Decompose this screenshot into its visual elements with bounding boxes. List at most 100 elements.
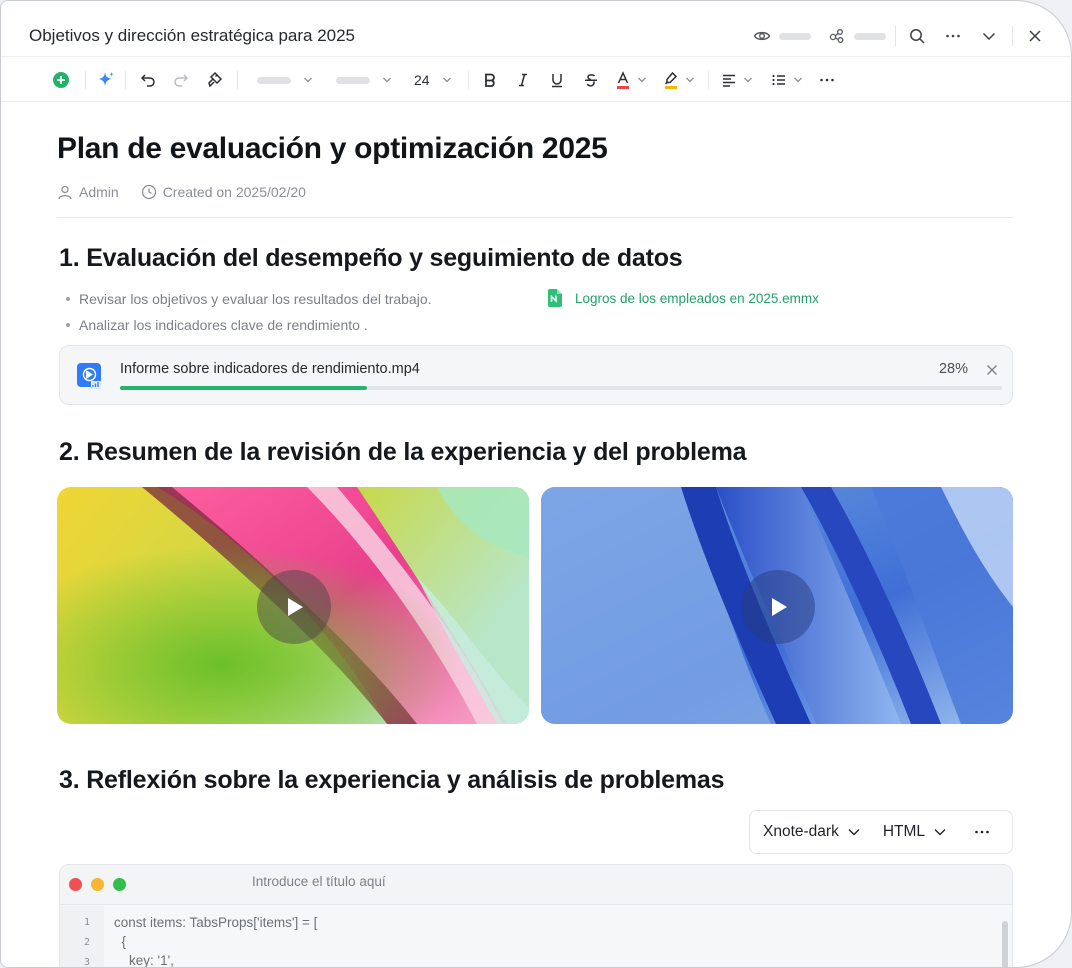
author: Admin <box>57 184 119 200</box>
highlight-color-button[interactable] <box>663 68 701 92</box>
redo-icon <box>174 74 189 87</box>
play-icon <box>288 598 303 616</box>
video-file-icon <box>77 363 101 389</box>
share-icon <box>826 25 848 47</box>
code-line[interactable]: const items: TabsProps['items'] = [ <box>114 915 317 930</box>
upload-progress-fill <box>120 386 367 390</box>
code-theme-value: Xnote-dark <box>763 823 839 840</box>
style-placeholder <box>257 76 291 84</box>
play-button[interactable] <box>257 570 331 644</box>
close-icon <box>1024 25 1046 47</box>
document-title[interactable]: Plan de evaluación y optimización 2025 <box>57 132 608 166</box>
more-tools-button[interactable] <box>817 68 837 92</box>
user-icon <box>58 185 72 200</box>
list-item[interactable]: Revisar los objetivos y evaluar los resu… <box>65 290 432 316</box>
mindmap-file-icon <box>548 289 562 307</box>
format-painter-button[interactable] <box>205 68 225 92</box>
code-scrollbar[interactable] <box>1002 921 1008 967</box>
chevron-down-icon <box>442 75 452 85</box>
undo-button[interactable] <box>138 68 158 92</box>
line-number: 2 <box>83 937 90 948</box>
clock-icon <box>141 184 156 200</box>
editor-window: Objetivos y dirección estratégica para 2… <box>0 0 1072 968</box>
more-horizontal-icon <box>975 830 989 834</box>
list-button[interactable] <box>771 68 807 92</box>
undo-icon <box>140 74 155 87</box>
plus-circle-icon <box>53 72 69 88</box>
text-color-button[interactable] <box>615 68 653 92</box>
upload-progress-bar <box>120 386 1002 390</box>
chevron-down-icon <box>637 75 647 85</box>
upload-progress-card: Informe sobre indicadores de rendimiento… <box>59 345 1013 405</box>
chevron-down-icon <box>978 25 1000 47</box>
code-language-value: HTML <box>882 823 926 840</box>
cancel-upload-button[interactable] <box>984 362 1000 378</box>
eye-icon <box>751 25 773 47</box>
font-size-select[interactable]: 24 <box>414 68 458 92</box>
divider <box>57 217 1013 218</box>
font-size-value: 24 <box>414 72 430 88</box>
close-window-button[interactable] <box>1024 25 1046 47</box>
search-icon <box>906 25 928 47</box>
file-link-label: Logros de los empleados en 2025.emmx <box>575 290 819 306</box>
code-block-header: Introduce el título aquí <box>60 865 1012 905</box>
italic-icon <box>519 73 527 87</box>
video-player-1[interactable] <box>57 487 529 724</box>
chevron-down-icon <box>382 75 392 85</box>
mindmap-file-link[interactable]: Logros de los empleados en 2025.emmx <box>547 289 819 307</box>
window-title: Objetivos y dirección estratégica para 2… <box>29 26 356 45</box>
author-name: Admin <box>79 184 119 200</box>
code-language-select[interactable]: HTML <box>883 823 947 841</box>
highlighter-icon <box>664 71 678 89</box>
code-more-button[interactable] <box>973 823 991 841</box>
chevron-down-icon <box>934 829 946 836</box>
ai-assistant-button[interactable] <box>95 68 117 92</box>
code-line[interactable]: { <box>114 934 127 949</box>
section-heading-3[interactable]: 3. Reflexión sobre la experiencia y anál… <box>59 766 724 795</box>
underline-icon <box>552 74 562 88</box>
more-horizontal-icon <box>820 78 834 82</box>
code-block[interactable]: Introduce el título aquí 1 2 3 const ite… <box>59 864 1013 967</box>
redo-button[interactable] <box>171 68 191 92</box>
bulleted-list-icon <box>772 74 785 86</box>
search-button[interactable] <box>906 25 928 47</box>
window-maximize-dot <box>113 878 126 891</box>
chevron-down-icon <box>303 75 313 85</box>
window-minimize-dot <box>91 878 104 891</box>
text-color-icon <box>617 71 629 89</box>
list-item[interactable]: Analizar los indicadores clave de rendim… <box>65 316 432 342</box>
bold-button[interactable] <box>480 68 500 92</box>
format-toolbar: 24 <box>1 58 1071 102</box>
section-heading-1[interactable]: 1. Evaluación del desempeño y seguimient… <box>59 244 683 273</box>
chevron-down-icon <box>685 75 695 85</box>
align-button[interactable] <box>721 68 757 92</box>
collapse-button[interactable] <box>978 25 1000 47</box>
italic-button[interactable] <box>513 68 533 92</box>
share-collab[interactable] <box>826 25 886 47</box>
line-number-gutter: 1 2 3 <box>60 906 104 967</box>
insert-button[interactable] <box>51 68 71 92</box>
code-theme-select[interactable]: Xnote-dark <box>763 823 861 841</box>
title-bar: Objetivos y dirección estratégica para 2… <box>1 1 1071 57</box>
strikethrough-icon <box>585 74 597 87</box>
upload-percent: 28% <box>938 361 968 377</box>
view-count[interactable] <box>751 25 811 47</box>
strikethrough-button[interactable] <box>581 68 601 92</box>
align-left-icon <box>723 74 735 87</box>
section-heading-2[interactable]: 2. Resumen de la revisión de la experien… <box>59 438 747 467</box>
chevron-down-icon <box>848 829 860 836</box>
font-family-select[interactable] <box>336 68 400 92</box>
more-horizontal-icon <box>942 25 964 47</box>
video-player-2[interactable] <box>541 487 1013 724</box>
paragraph-style-select[interactable] <box>257 68 321 92</box>
code-line[interactable]: key: '1', <box>114 953 174 967</box>
underline-button[interactable] <box>547 68 567 92</box>
upload-file-name: Informe sobre indicadores de rendimiento… <box>120 361 420 377</box>
close-icon <box>987 365 997 375</box>
more-button[interactable] <box>942 25 964 47</box>
play-icon <box>772 598 787 616</box>
chevron-down-icon <box>793 75 803 85</box>
code-title-input[interactable]: Introduce el título aquí <box>252 874 386 889</box>
bullet-list: Revisar los objetivos y evaluar los resu… <box>65 290 432 342</box>
play-button[interactable] <box>741 570 815 644</box>
